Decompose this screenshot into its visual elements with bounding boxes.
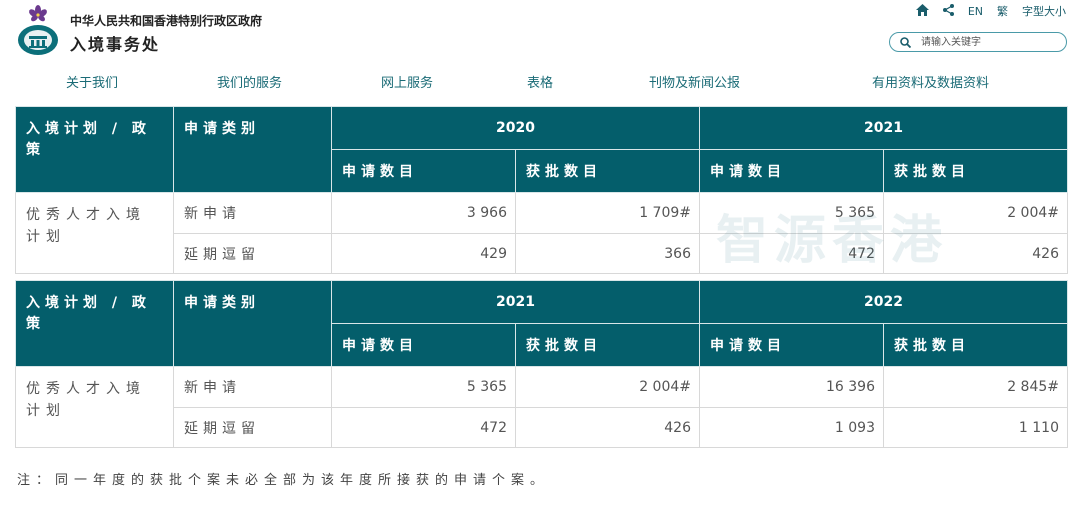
header-scheme: 入境计划 / 政策	[15, 280, 174, 367]
search-input[interactable]	[919, 35, 1053, 49]
font-size-link[interactable]: 字型大小	[1022, 3, 1066, 19]
category-cell: 新申请	[173, 366, 332, 408]
header-approved: 获批数目	[883, 323, 1068, 367]
table-row: 延期逗留 472 426 1 093 1 110	[16, 407, 1068, 448]
value-cell: 472	[331, 407, 516, 448]
share-icon[interactable]	[942, 3, 954, 19]
lang-en-link[interactable]: EN	[968, 5, 983, 18]
category-cell: 新申请	[173, 192, 332, 234]
search-icon[interactable]	[900, 36, 911, 48]
header-scheme: 入境计划 / 政策	[15, 106, 174, 193]
header-applications: 申请数目	[331, 149, 516, 193]
nav-our-services[interactable]: 我们的服务	[217, 72, 282, 91]
value-cell: 429	[331, 233, 516, 274]
value-cell: 2 004#	[883, 192, 1068, 234]
category-cell: 延期逗留	[173, 233, 332, 274]
value-cell: 472	[699, 233, 884, 274]
table-row: 延期逗留 429 366 472 426	[16, 233, 1068, 274]
value-cell: 5 365	[331, 366, 516, 408]
main-nav: 关于我们 我们的服务 网上服务 表格 刊物及新闻公报 有用资料及数据资料	[0, 72, 1080, 92]
header-approved: 获批数目	[883, 149, 1068, 193]
table-row: 优秀人才入境计划 新申请 3 966 1 709# 5 365 2 004#	[15, 192, 1068, 274]
value-cell: 1 093	[699, 407, 884, 448]
value-cell: 1 709#	[515, 192, 700, 234]
utility-bar: EN 繁 字型大小	[915, 3, 1066, 19]
nav-publications-press[interactable]: 刊物及新闻公报	[649, 72, 740, 91]
header-applications: 申请数目	[699, 149, 884, 193]
header-year: 2021	[699, 106, 1068, 150]
government-name: 中华人民共和国香港特别行政区政府	[70, 14, 263, 28]
lang-tc-link[interactable]: 繁	[997, 3, 1008, 19]
scheme-name: 优秀人才入境计划	[15, 192, 174, 274]
value-cell: 366	[515, 233, 700, 274]
stats-table-2021-2022: 入境计划 / 政策 申请类别 2021 2022 申请数目 获批数目 申请数目 …	[15, 280, 1068, 448]
header-year: 2021	[331, 280, 700, 324]
scheme-name: 优秀人才入境计划	[15, 366, 174, 448]
value-cell: 1 110	[883, 407, 1068, 448]
table-row: 优秀人才入境计划 新申请 5 365 2 004# 16 396 2 845#	[15, 366, 1068, 448]
emblem-logo	[18, 5, 58, 55]
value-cell: 426	[883, 233, 1068, 274]
nav-online-services[interactable]: 网上服务	[381, 72, 433, 91]
header-year: 2020	[331, 106, 700, 150]
value-cell: 3 966	[331, 192, 516, 234]
header-applications: 申请数目	[699, 323, 884, 367]
search-box[interactable]	[889, 32, 1067, 52]
category-cell: 延期逗留	[173, 407, 332, 448]
stats-table-2020-2021: 入境计划 / 政策 申请类别 2020 2021 申请数目 获批数目 申请数目 …	[15, 106, 1068, 274]
nav-useful-info-statistics[interactable]: 有用资料及数据资料	[872, 72, 989, 91]
footnote: 注：同一年度的获批个案未必全部为该年度所接获的申请个案。	[17, 473, 550, 488]
header-category: 申请类别	[173, 280, 332, 367]
nav-forms[interactable]: 表格	[527, 72, 553, 91]
header-approved: 获批数目	[515, 149, 700, 193]
nav-about-us[interactable]: 关于我们	[66, 72, 118, 91]
header-year: 2022	[699, 280, 1068, 324]
header-approved: 获批数目	[515, 323, 700, 367]
value-cell: 5 365	[699, 192, 884, 234]
value-cell: 16 396	[699, 366, 884, 408]
header-applications: 申请数目	[331, 323, 516, 367]
value-cell: 2 004#	[515, 366, 700, 408]
department-name[interactable]: 入境事务处	[70, 31, 160, 55]
home-icon[interactable]	[915, 3, 929, 19]
value-cell: 426	[515, 407, 700, 448]
value-cell: 2 845#	[883, 366, 1068, 408]
header-category: 申请类别	[173, 106, 332, 193]
